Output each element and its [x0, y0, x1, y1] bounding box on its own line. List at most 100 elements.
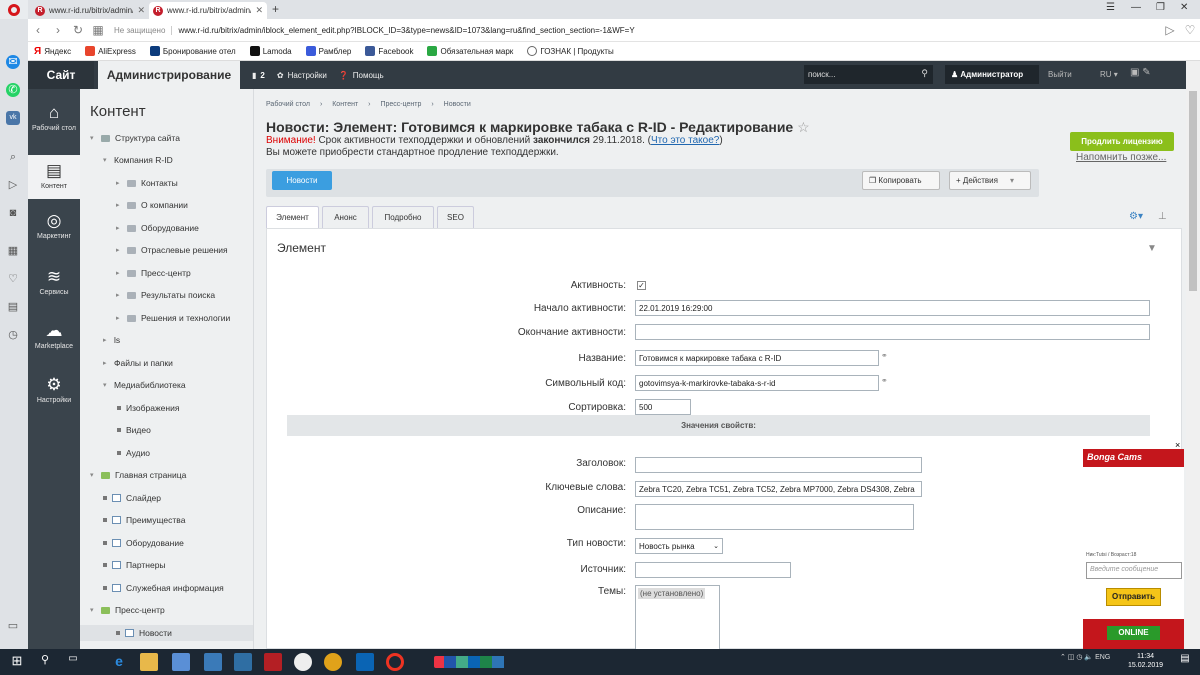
search-icon[interactable]: ⌕ — [6, 150, 20, 164]
send-icon[interactable]: ▷ — [1160, 23, 1180, 37]
restore-icon[interactable]: ❐ — [1156, 2, 1165, 13]
star-icon[interactable]: ☆ — [797, 119, 810, 135]
chevron-down-icon[interactable]: ▼ — [1147, 243, 1157, 254]
sidebar-toggle-icon[interactable]: ▭ — [6, 619, 20, 633]
opera-menu-button[interactable] — [0, 0, 28, 19]
tree-item[interactable]: Партнеры — [103, 557, 166, 573]
breadcrumb-item[interactable]: Новости — [444, 101, 471, 108]
tree-item[interactable]: ▾ Компания R-ID — [103, 152, 173, 168]
address-bar[interactable]: Не защищено www.r-id.ru/bitrix/admin/ibl… — [114, 22, 674, 38]
history-icon[interactable]: ◷ — [6, 328, 20, 342]
app-icon[interactable] — [204, 653, 222, 671]
search-icon[interactable]: ⚲ — [36, 653, 54, 671]
themes-multiselect[interactable]: (не установлено) — [635, 585, 720, 655]
close-tab-icon[interactable]: ✕ — [137, 5, 145, 16]
heart-icon[interactable]: ♡ — [1180, 23, 1200, 37]
tree-item[interactable]: ▾ Медиабиблиотека — [103, 377, 186, 393]
tree-item[interactable]: ▾ Главная страница — [90, 467, 186, 483]
app-icon[interactable] — [264, 653, 282, 671]
heart-icon[interactable]: ♡ — [6, 272, 20, 286]
tree-item[interactable]: ▸ Отраслевые решения — [116, 242, 228, 258]
tree-item[interactable]: Преимущества — [103, 512, 185, 528]
logout-link[interactable]: Выйти — [1048, 70, 1072, 79]
info-icon[interactable] — [294, 653, 312, 671]
active-checkbox[interactable]: ✓ — [637, 281, 646, 290]
breadcrumb-item[interactable]: Контент — [332, 101, 358, 108]
notification-center-icon[interactable]: ▤ — [1176, 653, 1194, 671]
tab-element[interactable]: Элемент — [266, 206, 319, 228]
store-icon[interactable] — [172, 653, 190, 671]
scrollbar-thumb[interactable] — [1189, 91, 1197, 291]
url-text[interactable]: www.r-id.ru/bitrix/admin/iblock_element_… — [178, 26, 634, 35]
expand-icon[interactable]: ▾ — [90, 606, 96, 614]
pin-icon[interactable]: ✎ — [1142, 67, 1150, 78]
tree-item[interactable]: ▸ Контакты — [116, 175, 178, 191]
tray-icons[interactable]: ⌃ ◫ ◷ 🔈 — [1060, 654, 1095, 661]
chrome-icon[interactable] — [324, 653, 342, 671]
speed-dial-icon[interactable]: ▦ — [6, 244, 20, 258]
tree-item[interactable]: Служебная информация — [103, 580, 224, 596]
bookmark[interactable]: Я Яндекс — [34, 46, 71, 57]
tree-item-selected[interactable]: Новости — [80, 625, 253, 641]
clock[interactable]: 11:34 15.02.2019 — [1128, 652, 1163, 670]
bookmark[interactable]: Бронирование отел — [149, 46, 236, 56]
bookmark[interactable]: Facebook — [365, 46, 413, 56]
tree-item[interactable]: ▸ Решения и технологии — [116, 310, 230, 326]
bookmark[interactable]: ГОЗНАК | Продукты — [527, 46, 614, 56]
tree-item[interactable]: ▸ Результаты поиска — [116, 287, 215, 303]
link-icon[interactable]: ⚭ — [881, 351, 888, 360]
user-menu[interactable]: ♟ Администратор — [945, 65, 1039, 84]
outlook-icon[interactable] — [356, 653, 374, 671]
expand-icon[interactable]: ▾ — [103, 156, 109, 164]
nav-settings[interactable]: ⚙ Настройки — [28, 375, 80, 419]
tab-seo[interactable]: SEO — [437, 206, 474, 228]
tree-item[interactable]: Аудио — [117, 445, 150, 461]
link-icon[interactable]: ⚭ — [881, 376, 888, 385]
description-textarea[interactable] — [635, 504, 914, 530]
back-icon[interactable]: ‹ — [28, 23, 48, 37]
source-input[interactable] — [635, 562, 791, 578]
tab-admin[interactable]: Администрирование — [98, 61, 240, 89]
tab-details[interactable]: Подробно — [372, 206, 434, 228]
themes-option[interactable]: (не установлено) — [638, 588, 706, 599]
online-badge[interactable]: ONLINE — [1107, 626, 1160, 640]
browser-tab-active[interactable]: Rwww.r-id.ru/bitrix/admin/i ✕ — [149, 2, 267, 19]
opera-icon[interactable] — [386, 653, 404, 671]
tree-item[interactable]: ▾ Пресс-центр — [90, 602, 165, 618]
windows-start-icon[interactable]: ⊞ — [8, 653, 26, 671]
pinned-apps-icon[interactable] — [434, 656, 534, 668]
tree-item[interactable]: Видео — [117, 422, 151, 438]
breadcrumb-item[interactable]: Рабочий стол — [266, 101, 310, 108]
tree-item[interactable]: ▾ Структура сайта — [90, 130, 180, 146]
edge-icon[interactable]: e — [110, 653, 128, 671]
settings-button[interactable]: ✿ Настройки — [277, 71, 327, 80]
chat-send-button[interactable]: Отправить — [1106, 588, 1161, 606]
tree-item[interactable]: ▸ Файлы и папки — [103, 355, 173, 371]
expand-icon[interactable]: ▾ — [90, 471, 96, 479]
whatsapp-icon[interactable]: ✆ — [6, 83, 20, 97]
task-view-icon[interactable]: ▭ — [64, 653, 82, 671]
news-icon[interactable]: ▤ — [6, 300, 20, 314]
pin-icon[interactable]: ⊥ — [1158, 211, 1167, 222]
bookmark[interactable]: Lamoda — [249, 46, 292, 56]
camera-icon[interactable]: ◙ — [6, 206, 20, 220]
copy-button[interactable]: ❐ Копировать — [862, 171, 940, 190]
notifications-button[interactable]: ▮ 2 — [252, 71, 265, 80]
expand-icon[interactable]: ▸ — [116, 269, 122, 277]
tree-item[interactable]: ▸ Пресс-центр — [116, 265, 191, 281]
extend-license-button[interactable]: Продлить лицензию — [1070, 132, 1174, 151]
end-date-input[interactable] — [635, 324, 1150, 340]
app-icon[interactable] — [234, 653, 252, 671]
name-input[interactable]: Готовимся к маркировке табака с R-ID — [635, 350, 879, 366]
tab-site[interactable]: Сайт — [28, 61, 94, 89]
minimize-icon[interactable]: — — [1131, 2, 1141, 13]
admin-search-input[interactable]: поиск... ⚲ — [804, 65, 933, 84]
tab-menu-icon[interactable]: ☰ — [1106, 2, 1115, 13]
messenger-icon[interactable]: ✉ — [6, 55, 20, 69]
expand-icon[interactable]: ▸ — [116, 314, 122, 322]
news-type-select[interactable]: Новость рынка ⌄ — [635, 538, 723, 554]
bookmark[interactable]: Рамблер — [305, 46, 351, 56]
bookmark[interactable]: Обязательная марк — [427, 46, 513, 56]
tree-item[interactable]: Слайдер — [103, 490, 161, 506]
tree-item[interactable]: ▸ Оборудование — [116, 220, 199, 236]
